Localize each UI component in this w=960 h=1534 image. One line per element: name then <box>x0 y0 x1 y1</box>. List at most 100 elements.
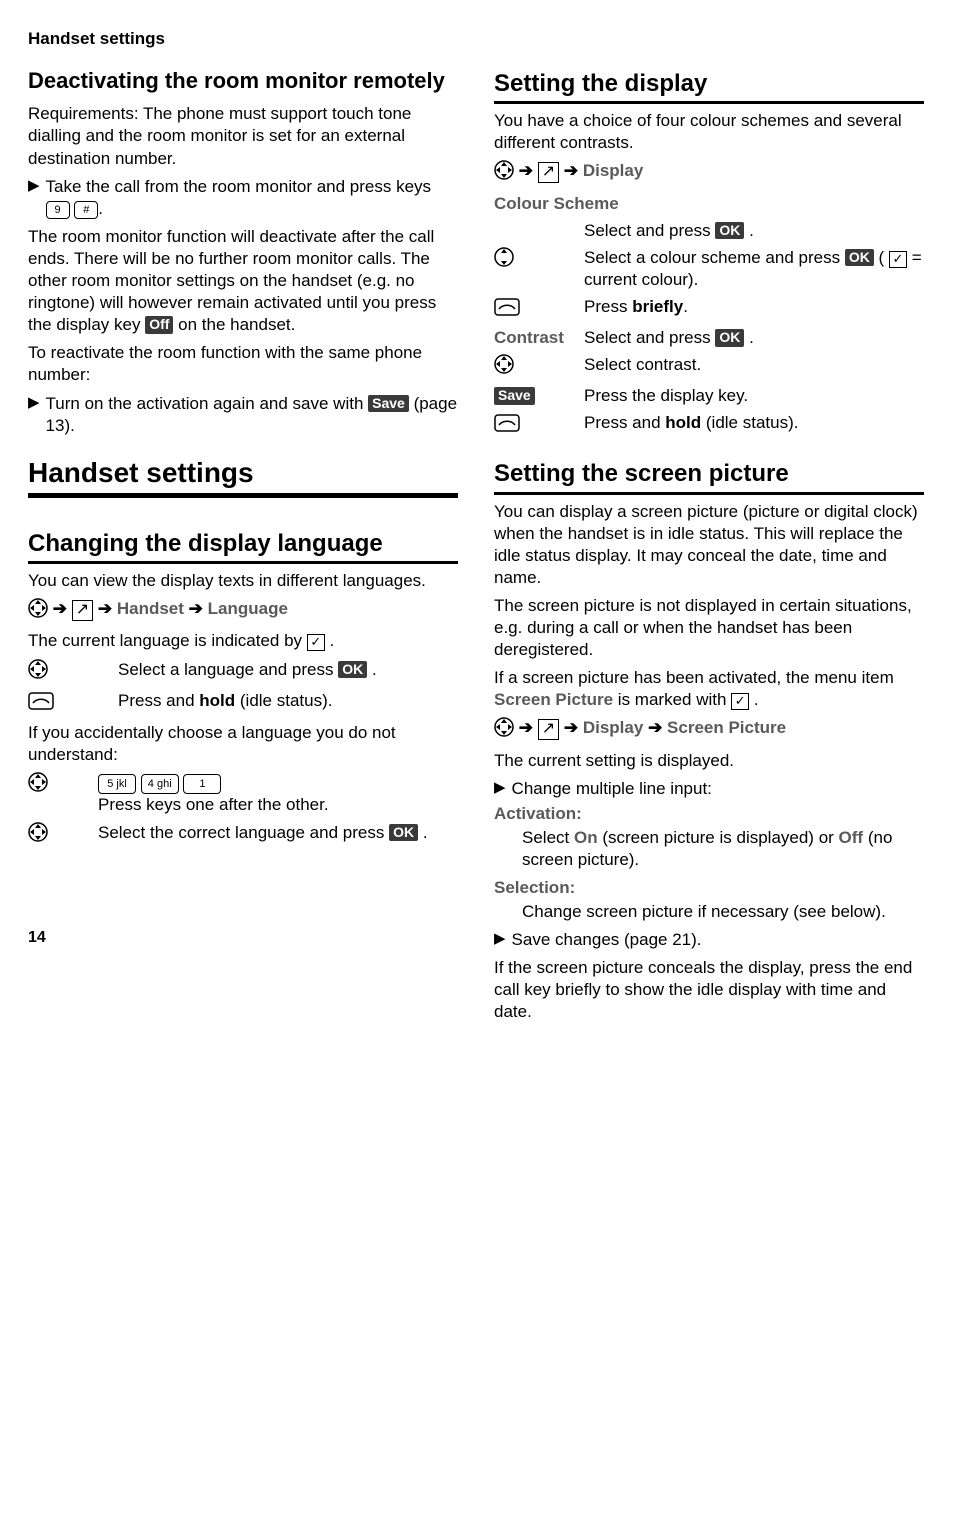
softkey-save: Save <box>368 395 409 413</box>
bullet-icon: ▶ <box>494 778 506 798</box>
step-key <box>28 772 98 798</box>
softkey-ok: OK <box>715 329 744 347</box>
key-1: 1 <box>183 774 221 795</box>
endcall-icon <box>494 414 520 438</box>
menu-screen-picture: Screen Picture <box>494 690 613 709</box>
display-intro: You have a choice of four colour schemes… <box>494 110 924 154</box>
step-select-correct-lang: Select the correct language and press OK… <box>28 822 458 848</box>
arrow-icon: ➔ <box>564 718 578 737</box>
sp-para3: If a screen picture has been activated, … <box>494 667 924 711</box>
step-key <box>494 296 584 322</box>
menu-icon: ↗ <box>538 719 559 739</box>
arrow-icon: ➔ <box>564 161 578 180</box>
nav-icon <box>494 160 514 186</box>
step-ok-select: Select and press OK . <box>494 220 924 242</box>
right-column: Setting the display You have a choice of… <box>494 68 924 1029</box>
menu-language: Language <box>208 599 288 618</box>
step-text: Select a colour scheme and press OK ( ✓ … <box>584 247 924 291</box>
step-text: Press and hold (idle status). <box>118 690 458 712</box>
requirements-text: Requirements: The phone must support tou… <box>28 103 458 169</box>
key-4: 4 ghi <box>141 774 179 795</box>
current-language-text: The current language is indicated by ✓ . <box>28 630 458 652</box>
endcall-icon <box>494 298 520 322</box>
label-colour-scheme: Colour Scheme <box>494 193 924 215</box>
label-activation: Activation: <box>494 803 924 825</box>
step-key <box>494 247 584 273</box>
check-icon: ✓ <box>307 634 325 651</box>
softkey-ok: OK <box>845 249 874 267</box>
bullet-save-changes: ▶ Save changes (page 21). <box>494 929 924 951</box>
sp-last-para: If the screen picture conceals the displ… <box>494 957 924 1023</box>
step-key: Save <box>494 385 584 407</box>
two-column-layout: Deactivating the room monitor remotely R… <box>28 68 924 1029</box>
menu-icon: ↗ <box>72 600 93 620</box>
step-contrast: Contrast Select and press OK . <box>494 327 924 349</box>
arrow-icon: ➔ <box>648 718 662 737</box>
endcall-icon <box>28 692 54 716</box>
softkey-save: Save <box>494 387 535 405</box>
bullet-change-input: ▶ Change multiple line input: <box>494 778 924 800</box>
heading-handset-settings: Handset settings <box>28 455 458 498</box>
menu-handset: Handset <box>117 599 184 618</box>
label-selection: Selection: <box>494 877 924 899</box>
step-select-language: Select a language and press OK . <box>28 659 458 685</box>
menu-screen-picture: Screen Picture <box>667 718 786 737</box>
softkey-ok: OK <box>338 661 367 679</box>
nav-icon <box>28 659 48 685</box>
step-save: Save Press the display key. <box>494 385 924 407</box>
menu-display: Display <box>583 161 643 180</box>
sp-para1: You can display a screen picture (pictur… <box>494 501 924 589</box>
step-text: Select and press OK . <box>584 327 924 349</box>
menu-path-display: ➔ ↗ ➔ Display <box>494 160 924 186</box>
menu-icon: ↗ <box>538 162 559 182</box>
key-hash: # <box>74 201 98 220</box>
step-select-contrast: Select contrast. <box>494 354 924 380</box>
sp-current: The current setting is displayed. <box>494 750 924 772</box>
bullet-text: Turn on the activation again and save wi… <box>46 393 458 437</box>
step-text: Select the correct language and press OK… <box>98 822 458 844</box>
nav-icon <box>494 717 514 743</box>
nav-icon <box>494 354 514 380</box>
para-reactivate: To reactivate the room function with the… <box>28 342 458 386</box>
softkey-ok: OK <box>389 824 418 842</box>
arrow-icon: ➔ <box>98 599 112 618</box>
step-press-briefly: Press briefly. <box>494 296 924 322</box>
activation-text: Select On (screen picture is displayed) … <box>522 827 924 871</box>
accidental-language-text: If you accidentally choose a language yo… <box>28 722 458 766</box>
key-9: 9 <box>46 201 70 220</box>
nav-icon <box>28 822 48 848</box>
step-key-sequence: 5 jkl 4 ghi 1 Press keys one after the o… <box>28 772 458 817</box>
step-text: Select a language and press OK . <box>118 659 458 681</box>
nav-icon <box>28 772 48 798</box>
page-header: Handset settings <box>28 28 924 50</box>
step-key <box>28 690 118 716</box>
sp-para2: The screen picture is not displayed in c… <box>494 595 924 661</box>
para-deactivate-info: The room monitor function will deactivat… <box>28 226 458 336</box>
step-text: Press the display key. <box>584 385 924 407</box>
lang-intro: You can view the display texts in differ… <box>28 570 458 592</box>
arrow-icon: ➔ <box>519 161 533 180</box>
heading-change-language: Changing the display language <box>28 528 458 564</box>
page-number: 14 <box>28 928 458 949</box>
step-key <box>494 412 584 438</box>
bullet-text: Take the call from the room monitor and … <box>46 176 458 220</box>
step-key <box>28 659 118 685</box>
bullet-take-call: ▶ Take the call from the room monitor an… <box>28 176 458 220</box>
step-press-hold: Press and hold (idle status). <box>28 690 458 716</box>
option-on: On <box>574 828 598 847</box>
step-text: Press briefly. <box>584 296 924 318</box>
step-text: Select and press OK . <box>584 220 924 242</box>
step-text: Press and hold (idle status). <box>584 412 924 434</box>
menu-path-screen-picture: ➔ ↗ ➔ Display ➔ Screen Picture <box>494 717 924 743</box>
step-text: 5 jkl 4 ghi 1 Press keys one after the o… <box>98 772 458 817</box>
nav-icon <box>28 598 48 624</box>
step-key <box>494 354 584 380</box>
bullet-icon: ▶ <box>28 176 40 196</box>
softkey-ok: OK <box>715 222 744 240</box>
bullet-icon: ▶ <box>28 393 40 413</box>
step-press-hold-2: Press and hold (idle status). <box>494 412 924 438</box>
nav-icon <box>494 247 514 273</box>
bullet-text: Change multiple line input: <box>512 778 712 800</box>
step-text: Select contrast. <box>584 354 924 376</box>
step-key <box>28 822 98 848</box>
